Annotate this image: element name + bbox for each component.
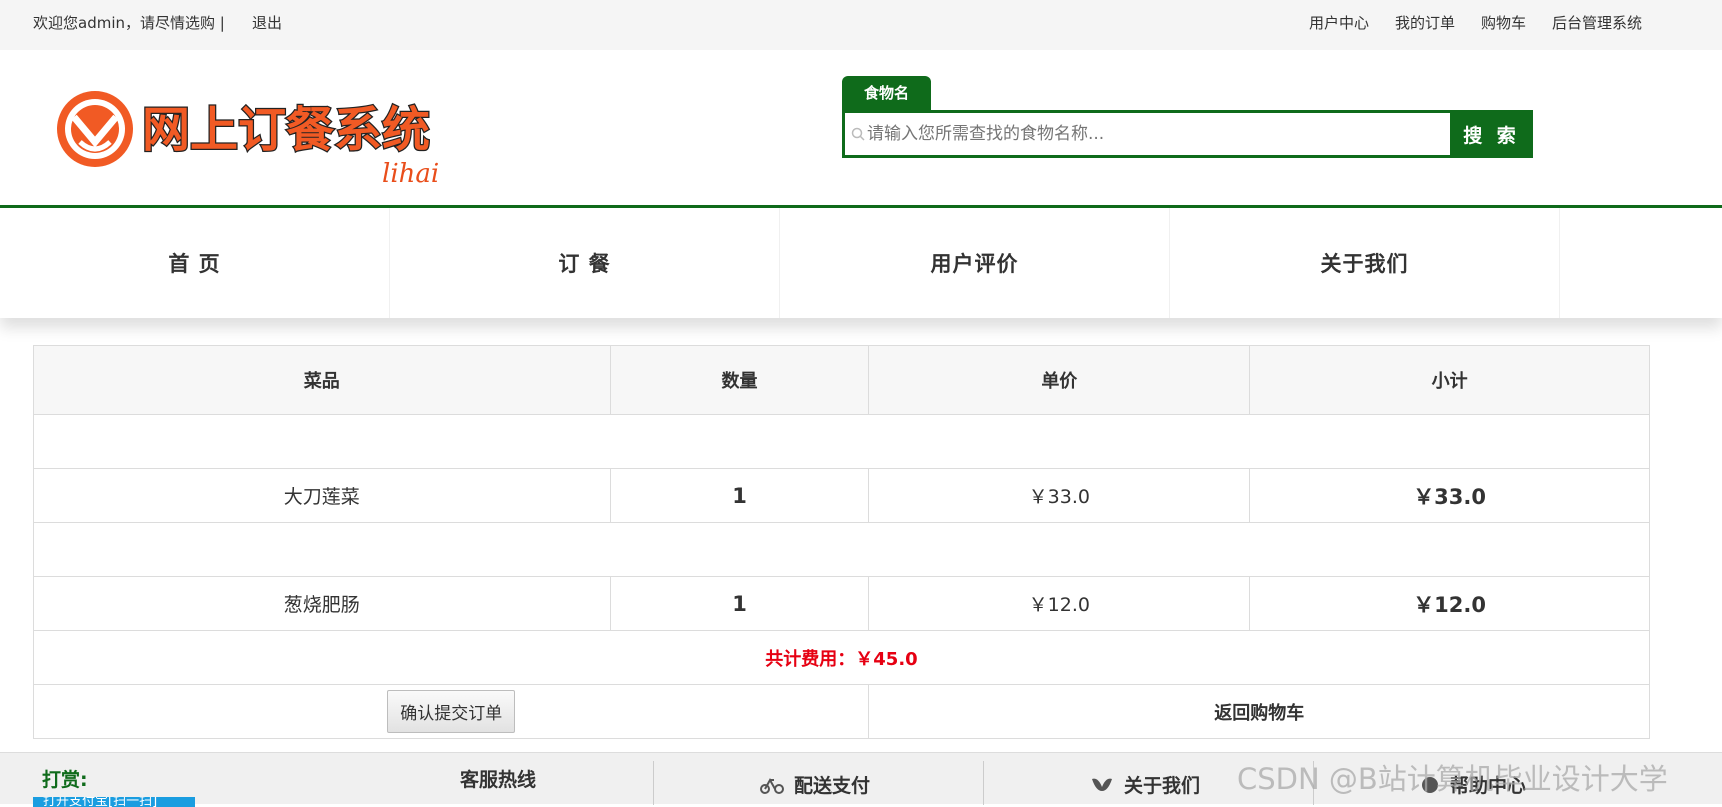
header-unit-price: 单价: [868, 345, 1251, 415]
table-spacer-row: [33, 414, 1650, 469]
search-input[interactable]: [867, 113, 1437, 155]
admin-system-link[interactable]: 后台管理系统: [1552, 12, 1642, 33]
main-nav: 首 页 订 餐 用户评价 关于我们: [0, 208, 1722, 318]
nav-reviews[interactable]: 用户评价: [780, 208, 1170, 318]
watermark: CSDN @B站计算机毕业设计大学: [1237, 762, 1668, 796]
order-table: 菜品 数量 单价 小计 大刀莲菜 1 ￥33.0 ￥33.0 葱烧肥肠 1 ￥1…: [32, 345, 1650, 739]
user-center-link[interactable]: 用户中心: [1309, 12, 1369, 33]
total-cost: 共计费用：￥45.0: [33, 630, 1650, 685]
header-subtotal: 小计: [1249, 345, 1650, 415]
top-bar: 欢迎您admin，请尽情选购 | 退出 用户中心 我的订单 购物车 后台管理系统: [0, 0, 1722, 50]
dish-price: ￥12.0: [868, 576, 1251, 631]
table-spacer-row: [33, 522, 1650, 577]
nav-about[interactable]: 关于我们: [1170, 208, 1560, 318]
alipay-banner: 打开支付宝[扫一扫]: [33, 797, 195, 807]
dish-subtotal: ￥33.0: [1249, 468, 1650, 523]
search-button[interactable]: 搜 索: [1450, 110, 1533, 158]
footer-divider: [653, 761, 654, 805]
action-row: 确认提交订单 返回购物车: [32, 684, 1650, 739]
dish-name: 大刀莲菜: [33, 468, 611, 523]
search-icon: [851, 127, 865, 141]
submit-order-button[interactable]: 确认提交订单: [387, 690, 516, 733]
shopping-cart-link[interactable]: 购物车: [1481, 12, 1526, 33]
logo-text: 网上订餐系统: [142, 102, 430, 158]
dish-quantity: 1: [609, 468, 870, 523]
footer-delivery[interactable]: 配送支付: [760, 771, 870, 798]
nav-home[interactable]: 首 页: [0, 208, 390, 318]
table-row: 大刀莲菜 1 ￥33.0 ￥33.0: [33, 468, 1650, 523]
dish-subtotal: ￥12.0: [1249, 576, 1650, 631]
footer-divider: [983, 761, 984, 805]
my-orders-link[interactable]: 我的订单: [1395, 12, 1455, 33]
nav-order[interactable]: 订 餐: [390, 208, 780, 318]
total-row: 共计费用：￥45.0: [33, 630, 1650, 685]
search-box: [842, 110, 1450, 158]
dish-price: ￥33.0: [868, 468, 1251, 523]
logout-link[interactable]: 退出: [252, 12, 282, 33]
footer-hotline[interactable]: 客服热线: [460, 765, 536, 792]
header-quantity: 数量: [609, 345, 870, 415]
table-row: 葱烧肥肠 1 ￥12.0 ￥12.0: [33, 576, 1650, 631]
top-links: 用户中心 我的订单 购物车 后台管理系统: [1309, 12, 1642, 33]
back-to-cart-link[interactable]: 返回购物车: [1214, 703, 1304, 724]
leaf-icon: [1092, 778, 1112, 791]
bicycle-icon: [760, 777, 784, 794]
tip-label: 打赏:: [42, 769, 88, 791]
footer-about[interactable]: 关于我们: [1090, 771, 1200, 798]
dish-name: 葱烧肥肠: [33, 576, 611, 631]
table-header-row: 菜品 数量 单价 小计: [33, 345, 1650, 415]
logo-subtext: lihai: [382, 159, 439, 189]
dish-quantity: 1: [609, 576, 870, 631]
search-category-tab[interactable]: 食物名: [842, 76, 931, 110]
welcome-text: 欢迎您admin，请尽情选购 |: [33, 14, 225, 32]
site-logo[interactable]: 网上订餐系统 lihai: [52, 84, 452, 190]
header-dish: 菜品: [33, 345, 611, 415]
